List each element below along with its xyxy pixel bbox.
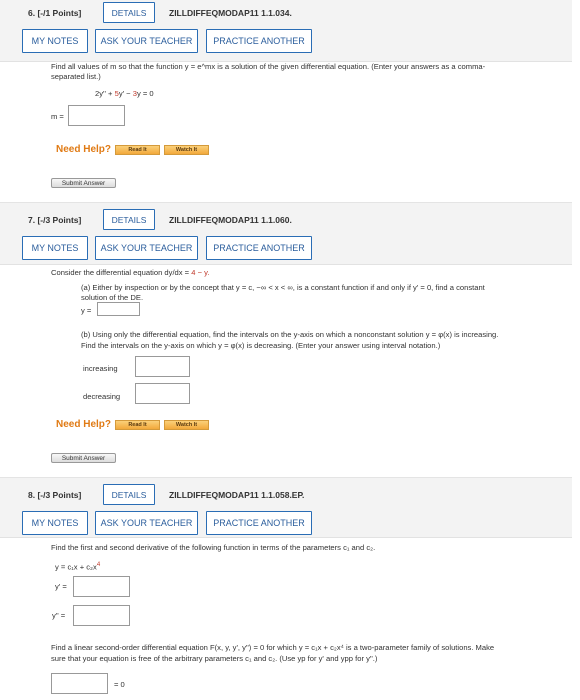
q7-intro-value: 4 − y. — [191, 268, 210, 277]
q7-details-button[interactable]: DETAILS — [103, 209, 155, 230]
q6-eq-part: y' − — [118, 89, 133, 98]
q6-read-it-button[interactable]: Read It — [115, 145, 160, 155]
q6-m-input[interactable] — [68, 105, 125, 126]
q8-points: 8. [-/3 Points] — [28, 490, 82, 500]
q6-prompt-line1: Find all values of m so that the functio… — [51, 62, 486, 71]
q7-intro: Consider the differential equation dy/dx… — [51, 268, 209, 279]
q8-equation-input[interactable] — [51, 673, 108, 694]
q7-ask-teacher-button[interactable]: ASK YOUR TEACHER — [95, 236, 198, 260]
q7-decreasing-label: decreasing — [83, 392, 121, 401]
q6-eq-part: 2y'' + — [95, 89, 115, 98]
q8-ask-teacher-button[interactable]: ASK YOUR TEACHER — [95, 511, 198, 535]
q7-decreasing-input[interactable] — [135, 383, 190, 404]
q7-increasing-label: increasing — [83, 364, 118, 373]
q8-practice-another-button[interactable]: PRACTICE ANOTHER — [206, 511, 312, 535]
q7-header: 7. [-/3 Points] DETAILS ZILLDIFFEQMODAP1… — [0, 203, 572, 265]
q6-submit-button[interactable]: Submit Answer — [51, 178, 116, 188]
q8-linear-line2: sure that your equation is free of the a… — [51, 654, 378, 663]
q7-practice-another-button[interactable]: PRACTICE ANOTHER — [206, 236, 312, 260]
q8-linear-line1: Find a linear second-order differential … — [51, 643, 495, 652]
q8-equals-zero: = 0 — [114, 680, 125, 689]
q8-yp-label: y' = — [55, 582, 67, 591]
q6-my-notes-button[interactable]: MY NOTES — [22, 29, 88, 53]
q8-function-exponent: 4 — [96, 562, 101, 568]
q8-my-notes-button[interactable]: MY NOTES — [22, 511, 88, 535]
q6-practice-another-button[interactable]: PRACTICE ANOTHER — [206, 29, 312, 53]
q7-submit-button[interactable]: Submit Answer — [51, 453, 116, 463]
q7-part-b-line1: (b) Using only the differential equation… — [81, 330, 499, 339]
q7-part-b-line2: Find the intervals on the y-axis on whic… — [81, 341, 441, 350]
q7-points: 7. [-/3 Points] — [28, 215, 82, 225]
q7-intro-text: Consider the differential equation dy/dx… — [51, 268, 192, 277]
q8-ypp-input[interactable] — [73, 605, 130, 626]
q8-header: 8. [-/3 Points] DETAILS ZILLDIFFEQMODAP1… — [0, 478, 572, 538]
q7-read-it-button[interactable]: Read It — [115, 420, 160, 430]
q6-points: 6. [-/1 Points] — [28, 8, 82, 18]
q8-function: y = c₁x + c₂x4 — [55, 562, 100, 572]
q8-yp-input[interactable] — [73, 576, 130, 597]
q8-details-button[interactable]: DETAILS — [103, 484, 155, 505]
q6-need-help: Need Help? — [56, 144, 112, 155]
q7-part-a-line1: (a) Either by inspection or by the conce… — [81, 283, 485, 292]
q6-watch-it-button[interactable]: Watch It — [164, 145, 209, 155]
q6-header: 6. [-/1 Points] DETAILS ZILLDIFFEQMODAP1… — [0, 0, 572, 62]
q7-y-label: y = — [81, 306, 92, 315]
q8-prompt: Find the first and second derivative of … — [51, 543, 376, 552]
q7-watch-it-button[interactable]: Watch It — [164, 420, 209, 430]
q6-problem-code: ZILLDIFFEQMODAP11 1.1.034. — [169, 8, 292, 18]
q6-m-label: m = — [51, 112, 64, 121]
q8-function-text: y = c₁x + c₂x — [55, 562, 97, 572]
q8-ypp-label: y'' = — [52, 611, 66, 620]
q6-prompt-line2: separated list.) — [51, 72, 101, 81]
q6-equation: 2y'' + 5y' − 3y = 0 — [95, 89, 154, 98]
q7-increasing-input[interactable] — [135, 356, 190, 377]
q6-eq-part: y = 0 — [136, 89, 154, 98]
q6-details-button[interactable]: DETAILS — [103, 2, 155, 23]
q8-problem-code: ZILLDIFFEQMODAP11 1.1.058.EP. — [169, 490, 305, 500]
q7-y-input[interactable] — [97, 302, 140, 316]
q6-ask-teacher-button[interactable]: ASK YOUR TEACHER — [95, 29, 198, 53]
q7-my-notes-button[interactable]: MY NOTES — [22, 236, 88, 260]
q7-problem-code: ZILLDIFFEQMODAP11 1.1.060. — [169, 215, 292, 225]
q7-need-help: Need Help? — [56, 419, 112, 430]
